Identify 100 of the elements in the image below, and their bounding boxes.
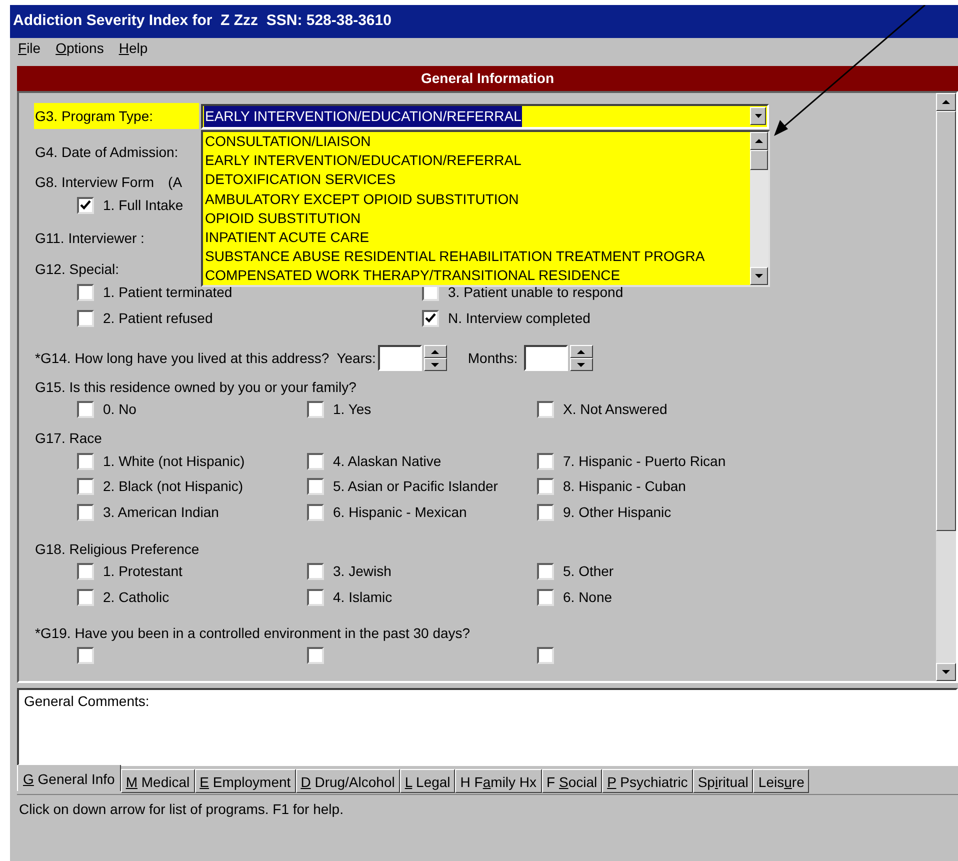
spin-button[interactable] bbox=[570, 345, 593, 371]
checkbox[interactable] bbox=[537, 478, 554, 496]
option-label: 2. Catholic bbox=[103, 588, 170, 607]
tab[interactable]: D Drug/Alcohol bbox=[296, 769, 400, 793]
field-label: G12. Special: bbox=[35, 260, 120, 279]
checkbox[interactable] bbox=[537, 588, 554, 606]
option-label: 4. Islamic bbox=[333, 588, 392, 607]
option-label: 3. Patient unable to respond bbox=[448, 282, 624, 302]
dropdown-button[interactable] bbox=[750, 107, 766, 125]
option-label: 0. No bbox=[103, 400, 136, 420]
field-label: G8. Interview Form bbox=[35, 172, 154, 192]
checkbox[interactable] bbox=[77, 196, 94, 214]
option-label: 1. Patient terminated bbox=[103, 282, 232, 302]
dropdown-option[interactable]: COMPENSATED WORK THERAPY/TRANSITIONAL RESIDENCE bbox=[203, 266, 750, 285]
checkbox[interactable] bbox=[307, 452, 324, 470]
tab[interactable]: F Social bbox=[542, 769, 602, 793]
tab[interactable]: H Family Hx bbox=[455, 769, 542, 793]
number-field[interactable] bbox=[378, 345, 422, 371]
checkbox[interactable] bbox=[77, 401, 94, 418]
option-label: 2. Patient refused bbox=[103, 308, 213, 328]
menu-item[interactable]: Help bbox=[118, 38, 148, 58]
option-label: 9. Other Hispanic bbox=[563, 502, 672, 522]
option-label: 5. Asian or Pacific Islander bbox=[333, 477, 498, 496]
checkbox[interactable] bbox=[307, 647, 324, 664]
tab[interactable]: Leisure bbox=[753, 769, 810, 793]
field-note: (A bbox=[168, 172, 182, 192]
scroll-up-button[interactable] bbox=[750, 132, 768, 150]
checkbox[interactable] bbox=[537, 401, 554, 418]
down-arrow-icon bbox=[754, 114, 762, 118]
scroll-thumb[interactable] bbox=[750, 150, 768, 170]
checkbox[interactable] bbox=[77, 647, 94, 664]
down-arrow-icon bbox=[431, 362, 440, 366]
checkbox[interactable] bbox=[422, 310, 439, 326]
option-label: X. Not Answered bbox=[563, 400, 668, 420]
comments-label: General Comments: bbox=[24, 693, 150, 709]
scrollbar[interactable] bbox=[936, 93, 956, 681]
checkbox[interactable] bbox=[537, 647, 554, 664]
dropdown-option[interactable]: EARLY INTERVENTION/EDUCATION/REFERRAL bbox=[203, 151, 750, 170]
checkbox[interactable] bbox=[77, 478, 94, 496]
menu-item[interactable]: Options bbox=[56, 38, 104, 58]
option-label: 6. None bbox=[563, 588, 612, 607]
tab[interactable]: M Medical bbox=[120, 769, 195, 793]
tab[interactable]: G General Info bbox=[17, 765, 121, 791]
field-label: G11. Interviewer : bbox=[35, 228, 144, 248]
section-header: General Information bbox=[17, 66, 958, 91]
down-arrow-icon bbox=[577, 362, 586, 366]
dropdown-option[interactable]: INPATIENT ACUTE CARE bbox=[203, 228, 750, 248]
checkbox[interactable] bbox=[537, 452, 554, 470]
up-arrow-icon bbox=[942, 100, 950, 104]
list-scrollbar[interactable] bbox=[750, 132, 768, 285]
window-title: Addiction Severity Index for Z Zzz SSN: 528-38-3610 bbox=[10, 5, 958, 38]
up-arrow-icon bbox=[431, 350, 440, 354]
spin-button[interactable] bbox=[424, 345, 447, 371]
option-label: 1. Yes bbox=[333, 400, 372, 420]
option-label: 2. Black (not Hispanic) bbox=[103, 477, 244, 496]
field-label: *G14. How long have you lived at this address? Years: bbox=[35, 348, 376, 368]
checkbox[interactable] bbox=[307, 504, 324, 521]
checkbox[interactable] bbox=[307, 563, 324, 580]
checkbox[interactable] bbox=[307, 478, 324, 496]
option-label: 1. Protestant bbox=[103, 562, 182, 582]
scroll-thumb[interactable] bbox=[936, 111, 956, 531]
field-label: Months: bbox=[468, 348, 518, 368]
tab[interactable]: Spiritual bbox=[692, 769, 754, 793]
dropdown-option[interactable]: DETOXIFICATION SERVICES bbox=[203, 170, 750, 190]
checkbox[interactable] bbox=[77, 452, 94, 470]
dropdown-option[interactable]: AMBULATORY EXCEPT OPIOID SUBSTITUTION bbox=[203, 190, 750, 209]
option-label: 8. Hispanic - Cuban bbox=[563, 477, 686, 496]
scroll-up-button[interactable] bbox=[936, 93, 956, 111]
comments-field[interactable]: General Comments: bbox=[17, 688, 958, 766]
dropdown-option[interactable]: OPIOID SUBSTITUTION bbox=[203, 208, 750, 228]
scroll-down-button[interactable] bbox=[750, 267, 768, 285]
option-label: 1. White (not Hispanic) bbox=[103, 452, 245, 471]
down-arrow-icon bbox=[755, 274, 763, 278]
down-arrow-icon bbox=[942, 670, 950, 674]
checkbox[interactable] bbox=[77, 563, 94, 580]
tab[interactable]: P Psychiatric bbox=[602, 769, 693, 793]
dropdown-option[interactable]: SUBSTANCE ABUSE RESIDENTIAL REHABILITATION TREATMENT PROGRA bbox=[203, 247, 750, 266]
option-label: 5. Other bbox=[563, 562, 614, 582]
option-label: 1. Full Intake bbox=[103, 196, 184, 214]
field-label: G18. Religious Preference bbox=[35, 540, 200, 559]
program-type-dropdown[interactable]: EARLY INTERVENTION/EDUCATION/REFERRAL bbox=[201, 104, 769, 128]
number-field[interactable] bbox=[524, 345, 568, 371]
tab[interactable]: E Employment bbox=[194, 769, 296, 793]
checkbox[interactable] bbox=[77, 588, 94, 606]
checkbox[interactable] bbox=[77, 310, 94, 326]
checkbox[interactable] bbox=[307, 401, 324, 418]
scroll-down-button[interactable] bbox=[936, 663, 956, 681]
up-arrow-icon bbox=[577, 350, 586, 354]
dropdown-option[interactable]: CONSULTATION/LIAISON bbox=[203, 132, 750, 152]
checkbox[interactable] bbox=[537, 563, 554, 580]
checkbox[interactable] bbox=[77, 284, 94, 300]
checkbox[interactable] bbox=[307, 588, 324, 606]
option-label: 4. Alaskan Native bbox=[333, 452, 442, 471]
menu-item[interactable]: File bbox=[18, 38, 41, 58]
up-arrow-icon bbox=[755, 139, 763, 143]
field-label: G4. Date of Admission: bbox=[35, 142, 178, 162]
tab[interactable]: L Legal bbox=[400, 769, 456, 793]
checkbox[interactable] bbox=[77, 504, 94, 521]
option-label: 6. Hispanic - Mexican bbox=[333, 502, 467, 522]
checkbox[interactable] bbox=[537, 504, 554, 521]
